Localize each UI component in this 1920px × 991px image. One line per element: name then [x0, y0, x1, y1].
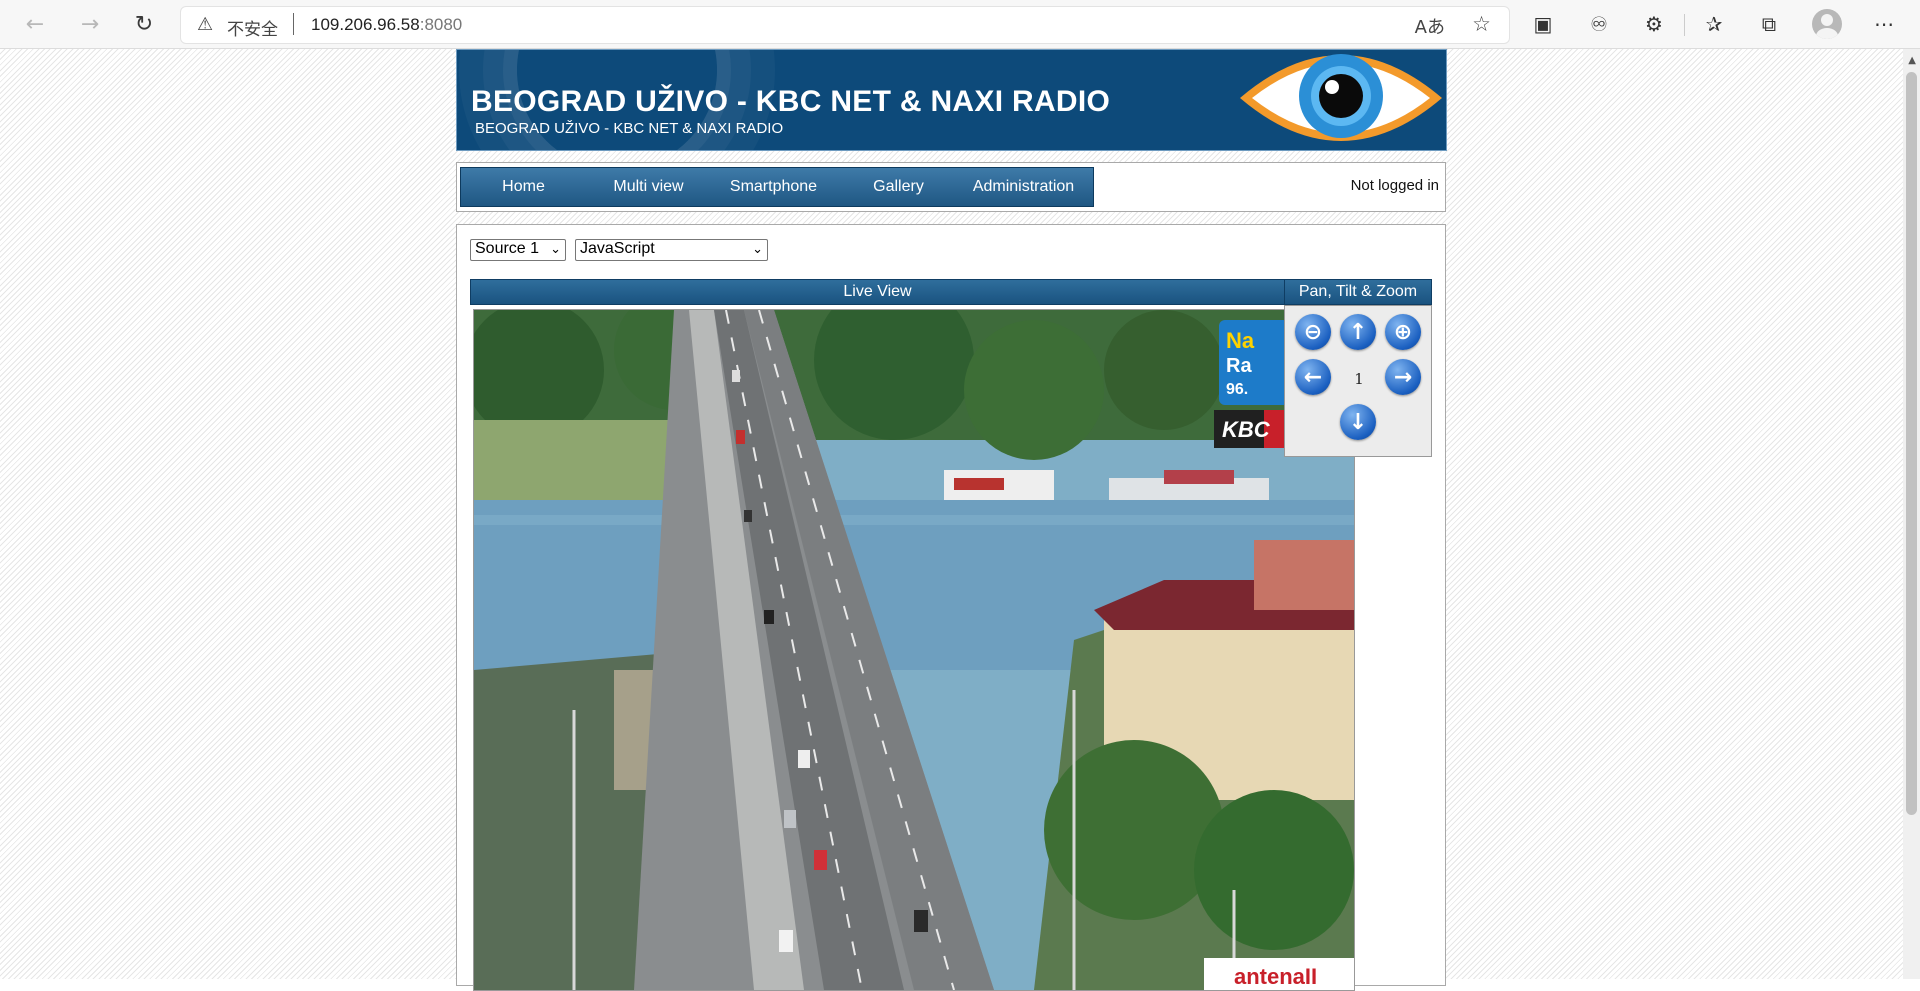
back-icon[interactable]: ← — [21, 10, 49, 38]
site-banner: BEOGRAD UŽIVO - KBC NET & NAXI RADIO BEO… — [456, 49, 1447, 151]
svg-text:Ra: Ra — [1226, 355, 1252, 377]
nav-administration[interactable]: Administration — [961, 178, 1086, 196]
live-camera-feed[interactable]: Na Ra 96. KBC antenaII — [473, 309, 1355, 991]
nav-home[interactable]: Home — [461, 178, 586, 196]
tab-actions-icon[interactable]: ▣ — [1526, 8, 1560, 40]
chevron-down-icon: ⌄ — [550, 241, 561, 256]
arrow-up-icon: ↑ — [1348, 319, 1368, 345]
favorites-icon[interactable]: ✰ — [1697, 8, 1731, 40]
collections-icon[interactable]: ⧉ — [1752, 8, 1786, 40]
camera-image: Na Ra 96. KBC antenaII — [474, 310, 1354, 990]
scrollbar-thumb[interactable] — [1906, 72, 1917, 815]
zoom-in-button[interactable]: ⊕ — [1385, 314, 1421, 350]
banner-title: BEOGRAD UŽIVO - KBC NET & NAXI RADIO — [471, 85, 1111, 118]
ptz-header: Pan, Tilt & Zoom — [1284, 279, 1432, 305]
svg-text:antenaII: antenaII — [1234, 964, 1317, 989]
nav-gallery[interactable]: Gallery — [836, 178, 961, 196]
tilt-up-button[interactable]: ↑ — [1340, 314, 1376, 350]
arrow-left-icon: ← — [1303, 364, 1323, 390]
svg-text:Na: Na — [1226, 328, 1255, 353]
zoom-in-icon: ⊕ — [1393, 319, 1413, 345]
scroll-up-arrow-icon[interactable]: ▲ — [1908, 55, 1916, 66]
arrow-right-icon: → — [1393, 364, 1413, 390]
add-favorite-icon[interactable]: ☆ — [1472, 12, 1491, 36]
url-text[interactable]: 109.206.96.58:8080 — [311, 15, 462, 35]
mode-select-value: JavaScript — [580, 240, 655, 257]
svg-text:KBC: KBC — [1222, 417, 1271, 442]
main-content: Source 1 ⌄ JavaScript ⌄ Live View Pan, T… — [456, 224, 1446, 991]
address-separator — [293, 13, 294, 35]
pan-left-button[interactable]: ← — [1295, 359, 1331, 395]
warning-icon[interactable]: ⚠ — [197, 14, 213, 35]
zoom-out-icon: ⊖ — [1303, 319, 1323, 345]
eye-logo-icon — [1240, 54, 1442, 141]
ptz-preset-number: 1 — [1354, 370, 1364, 388]
nav-multi-view[interactable]: Multi view — [586, 178, 711, 196]
url-port: :8080 — [419, 15, 463, 34]
tilt-down-button[interactable]: ↓ — [1340, 404, 1376, 440]
source-select-value: Source 1 — [475, 240, 540, 257]
address-bar[interactable]: ⚠ 不安全 109.206.96.58:8080 Aあ ☆ — [180, 6, 1510, 44]
more-menu-icon[interactable]: ⋯ — [1867, 8, 1901, 40]
banner-subtitle: BEOGRAD UŽIVO - KBC NET & NAXI RADIO — [475, 120, 784, 137]
url-host: 109.206.96.58 — [311, 15, 420, 34]
pan-right-button[interactable]: → — [1385, 359, 1421, 395]
mode-select[interactable]: JavaScript ⌄ — [575, 239, 768, 261]
source-select[interactable]: Source 1 ⌄ — [470, 239, 566, 261]
forward-icon[interactable]: → — [76, 10, 104, 38]
read-aloud-icon[interactable]: Aあ — [1415, 13, 1445, 39]
zoom-out-button[interactable]: ⊖ — [1295, 314, 1331, 350]
reload-icon[interactable]: ↻ — [130, 10, 158, 38]
main-nav: Home Multi view Smartphone Gallery Admin… — [460, 167, 1094, 207]
ptz-panel: ⊖ ↑ ⊕ ← 1 → ↓ — [1284, 305, 1432, 457]
svg-text:96.: 96. — [1226, 381, 1248, 398]
toolbar-divider — [1684, 14, 1685, 36]
navigation-box: Home Multi view Smartphone Gallery Admin… — [456, 162, 1446, 212]
extensions-icon[interactable]: ⚙ — [1637, 8, 1671, 40]
live-view-header: Live View — [470, 279, 1285, 305]
arrow-down-icon: ↓ — [1348, 409, 1368, 435]
login-status: Not logged in — [1350, 177, 1439, 194]
chevron-down-icon: ⌄ — [752, 241, 763, 256]
nav-smartphone[interactable]: Smartphone — [711, 178, 836, 196]
profile-avatar[interactable] — [1812, 9, 1842, 39]
performance-icon[interactable]: ♾ — [1582, 8, 1616, 40]
security-label[interactable]: 不安全 — [227, 15, 278, 40]
browser-toolbar: ← → ↻ ⚠ 不安全 109.206.96.58:8080 Aあ ☆ ▣ ♾ … — [0, 0, 1920, 49]
